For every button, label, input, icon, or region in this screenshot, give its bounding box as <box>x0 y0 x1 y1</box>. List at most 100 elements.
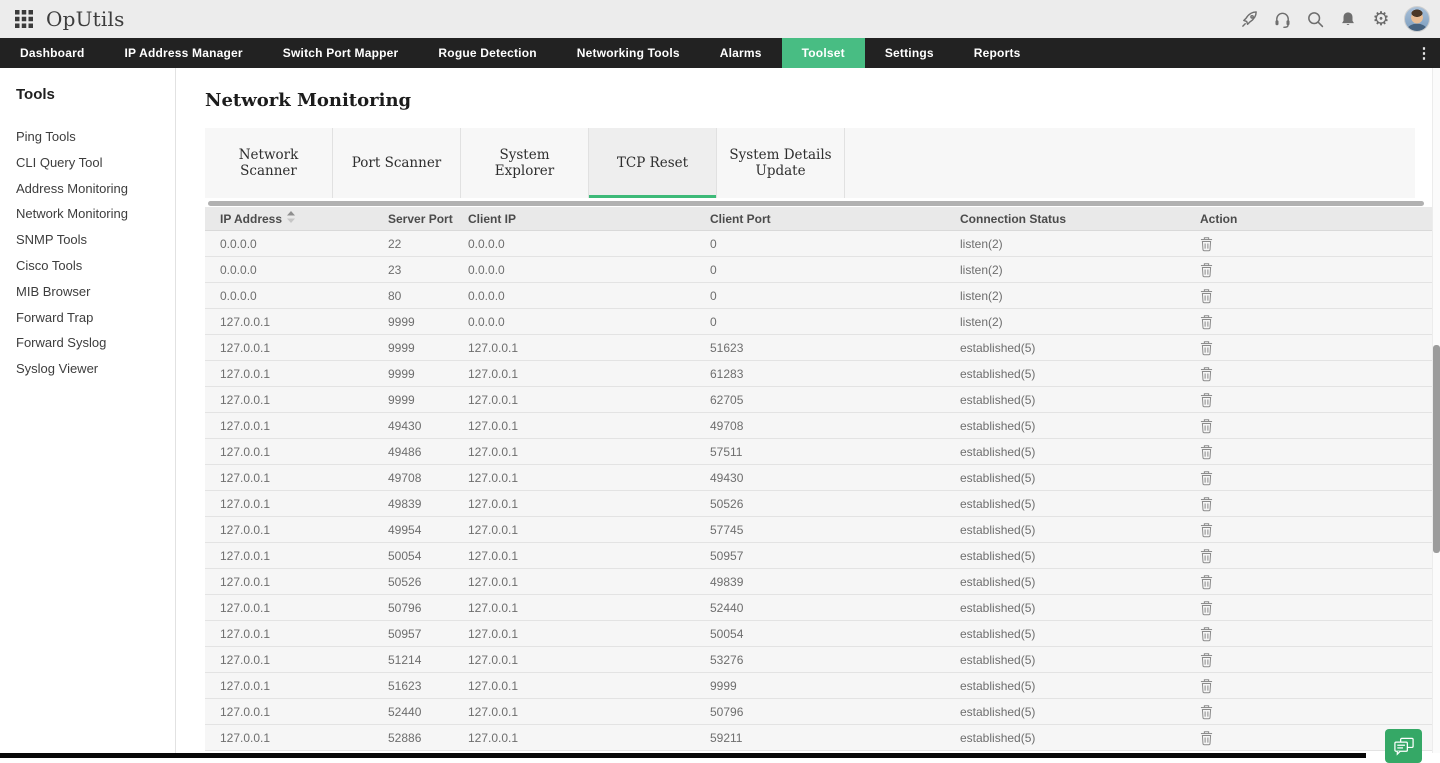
sidebar-item-network-monitoring[interactable]: Network Monitoring <box>0 201 175 227</box>
kebab-menu-icon[interactable]: ⋮ <box>1414 38 1434 68</box>
nav-item-settings[interactable]: Settings <box>865 38 954 68</box>
user-avatar[interactable] <box>1404 6 1430 32</box>
rocket-icon[interactable] <box>1239 9 1259 29</box>
table-row: 127.0.0.1 49708 127.0.0.1 49430 established(… <box>205 465 1432 491</box>
column-header-ip-address[interactable]: IP Address <box>205 211 388 226</box>
sidebar-item-address-monitoring[interactable]: Address Monitoring <box>0 176 175 202</box>
trash-icon[interactable] <box>1200 599 1216 616</box>
table-row: 127.0.0.1 49839 127.0.0.1 50526 established(… <box>205 491 1432 517</box>
table-cell: listen(2) <box>960 262 1003 277</box>
sidebar-item-cisco-tools[interactable]: Cisco Tools <box>0 253 175 279</box>
trash-icon[interactable] <box>1200 339 1216 356</box>
table-cell: 50526 <box>388 574 422 589</box>
tab-system-details-update[interactable]: System Details Update <box>717 128 845 198</box>
apps-grid-icon[interactable] <box>15 10 33 28</box>
trash-icon[interactable] <box>1200 417 1216 434</box>
trash-icon[interactable] <box>1200 235 1216 252</box>
trash-icon[interactable] <box>1200 313 1216 330</box>
action-cell <box>1200 287 1432 304</box>
sidebar-title: Tools <box>16 86 55 103</box>
table-cell: established(5) <box>960 652 1036 667</box>
table-cell: established(5) <box>960 340 1036 355</box>
nav-item-switch-port-mapper[interactable]: Switch Port Mapper <box>263 38 419 68</box>
table-cell: 9999 <box>388 314 415 329</box>
action-cell <box>1200 417 1432 434</box>
table-cell: 51623 <box>388 678 422 693</box>
trash-icon[interactable] <box>1200 573 1216 590</box>
bell-icon[interactable] <box>1338 9 1358 29</box>
vertical-scrollbar-track[interactable] <box>1432 68 1440 753</box>
trash-icon[interactable] <box>1200 287 1216 304</box>
horizontal-scrollbar-thumb[interactable] <box>208 201 1424 206</box>
sidebar-item-syslog-viewer[interactable]: Syslog Viewer <box>0 356 175 382</box>
trash-icon[interactable] <box>1200 729 1216 746</box>
trash-icon[interactable] <box>1200 677 1216 694</box>
table-cell: 127.0.0.1 <box>468 340 519 355</box>
sidebar-item-snmp-tools[interactable]: SNMP Tools <box>0 227 175 253</box>
table-cell: 62705 <box>710 392 744 407</box>
nav-item-toolset[interactable]: Toolset <box>781 38 865 68</box>
trash-icon[interactable] <box>1200 365 1216 382</box>
trash-icon[interactable] <box>1200 443 1216 460</box>
trash-icon[interactable] <box>1200 495 1216 512</box>
trash-icon[interactable] <box>1200 651 1216 668</box>
table-row: 127.0.0.1 49954 127.0.0.1 57745 established(… <box>205 517 1432 543</box>
headset-icon[interactable] <box>1272 9 1292 29</box>
action-cell <box>1200 677 1432 694</box>
nav-item-reports[interactable]: Reports <box>954 38 1041 68</box>
tab-system-explorer[interactable]: System Explorer <box>461 128 589 198</box>
column-header-connection-status[interactable]: Connection Status <box>960 212 1200 226</box>
table-cell: 127.0.0.1 <box>468 392 519 407</box>
table-row: 127.0.0.1 50526 127.0.0.1 49839 established(… <box>205 569 1432 595</box>
table-cell: 127.0.0.1 <box>220 548 271 563</box>
trash-icon[interactable] <box>1200 391 1216 408</box>
table-cell: 23 <box>388 262 402 277</box>
table-row: 127.0.0.1 9999 127.0.0.1 61283 established(5… <box>205 361 1432 387</box>
table-cell: 61283 <box>710 366 744 381</box>
sidebar-item-ping-tools[interactable]: Ping Tools <box>0 124 175 150</box>
vertical-scrollbar-thumb[interactable] <box>1433 345 1440 553</box>
trash-icon[interactable] <box>1200 261 1216 278</box>
sidebar-item-forward-syslog[interactable]: Forward Syslog <box>0 330 175 356</box>
action-cell <box>1200 703 1432 720</box>
table-cell: 22 <box>388 236 402 251</box>
table-cell: 127.0.0.1 <box>220 600 271 615</box>
table-cell: 127.0.0.1 <box>468 548 519 563</box>
table-cell: 50957 <box>388 626 422 641</box>
tab-tcp-reset[interactable]: TCP Reset <box>589 128 717 198</box>
action-cell <box>1200 521 1432 538</box>
table-cell: 127.0.0.1 <box>468 418 519 433</box>
table-cell: 127.0.0.1 <box>220 418 271 433</box>
table-cell: 9999 <box>388 392 415 407</box>
trash-icon[interactable] <box>1200 547 1216 564</box>
nav-item-dashboard[interactable]: Dashboard <box>0 38 104 68</box>
search-icon[interactable] <box>1305 9 1325 29</box>
tab-port-scanner[interactable]: Port Scanner <box>333 128 461 198</box>
sidebar-item-mib-browser[interactable]: MIB Browser <box>0 279 175 305</box>
table-cell: 49954 <box>388 522 422 537</box>
table-cell: established(5) <box>960 366 1036 381</box>
tab-network-scanner[interactable]: Network Scanner <box>205 128 333 198</box>
column-header-label: Client Port <box>710 211 771 226</box>
column-header-server-port[interactable]: Server Port <box>388 212 468 226</box>
table-cell: established(5) <box>960 470 1036 485</box>
nav-item-ip-address-manager[interactable]: IP Address Manager <box>104 38 262 68</box>
table-row: 127.0.0.1 9999 0.0.0.0 0 listen(2) <box>205 309 1432 335</box>
nav-item-alarms[interactable]: Alarms <box>700 38 782 68</box>
table-cell: 0.0.0.0 <box>468 314 505 329</box>
nav-item-networking-tools[interactable]: Networking Tools <box>557 38 700 68</box>
column-header-action[interactable]: Action <box>1200 212 1432 226</box>
column-header-client-port[interactable]: Client Port <box>710 212 960 226</box>
gear-icon[interactable]: ⚙ <box>1371 9 1391 29</box>
column-header-client-ip[interactable]: Client IP <box>468 212 710 226</box>
trash-icon[interactable] <box>1200 625 1216 642</box>
nav-item-rogue-detection[interactable]: Rogue Detection <box>418 38 556 68</box>
trash-icon[interactable] <box>1200 521 1216 538</box>
table-cell: 127.0.0.1 <box>220 470 271 485</box>
sidebar-item-forward-trap[interactable]: Forward Trap <box>0 305 175 331</box>
trash-icon[interactable] <box>1200 469 1216 486</box>
sidebar-item-cli-query-tool[interactable]: CLI Query Tool <box>0 150 175 176</box>
table-cell: 0.0.0.0 <box>220 236 257 251</box>
table-cell: established(5) <box>960 600 1036 615</box>
trash-icon[interactable] <box>1200 703 1216 720</box>
